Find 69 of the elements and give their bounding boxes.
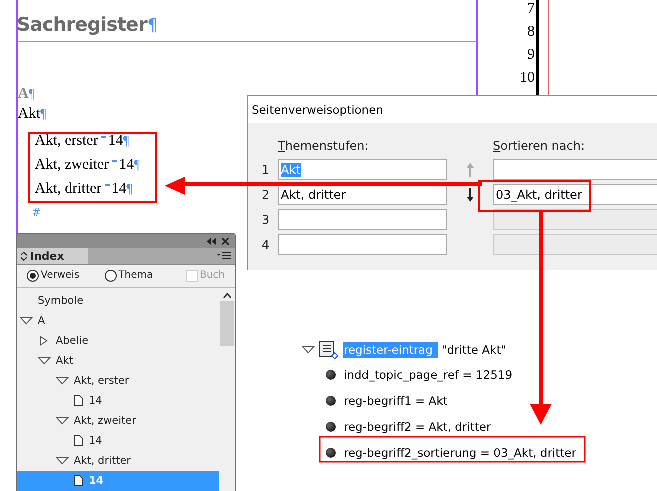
level-number: 2 (262, 188, 271, 202)
topic-field[interactable]: Akt, dritter (278, 184, 447, 205)
expanded-triangle-icon[interactable] (56, 376, 69, 386)
expanded-triangle-icon[interactable] (56, 416, 69, 426)
dialog-title: Seitenverweisoptionen (248, 96, 657, 123)
close-icon[interactable] (222, 238, 229, 245)
radio-option[interactable]: Thema (104, 270, 154, 282)
sort-field[interactable]: 03_Akt, dritter (493, 184, 657, 205)
index-entry-text: Akt, zweiter (35, 156, 110, 174)
tab-marker-icon (101, 136, 106, 138)
page-icon (74, 434, 84, 447)
radio-button[interactable] (104, 270, 117, 282)
radio-button[interactable] (27, 270, 39, 282)
index-entry[interactable]: Abelie (53, 334, 89, 347)
xml-element-value: "dritte Akt" (442, 342, 506, 356)
level-number: 1 (262, 162, 271, 176)
radio-label: Thema (118, 270, 154, 282)
expanded-triangle-icon[interactable] (38, 356, 51, 366)
index-entry[interactable]: Symbole (35, 294, 84, 307)
expanded-triangle-icon[interactable] (56, 456, 69, 466)
attribute-bullet-icon (326, 422, 336, 432)
collapse-panel-icon[interactable] (207, 238, 216, 245)
up-down-arrows-icon (21, 252, 27, 261)
expanded-triangle-icon[interactable] (20, 316, 33, 326)
index-entry-text: Akt, erster (35, 132, 98, 150)
field-label: Themenstufen: (278, 139, 370, 155)
level-number: 3 (262, 212, 271, 226)
tab-marker-icon (112, 160, 118, 162)
field-label: Sortieren nach: (493, 139, 586, 155)
radio-option[interactable]: Verweis (27, 270, 80, 282)
page-number: 14¶ (108, 132, 130, 151)
index-heading: Sachregister¶ (17, 14, 477, 42)
index-entry-text: Akt, dritter (35, 180, 102, 198)
index-entry[interactable]: A (35, 314, 46, 327)
down-arrow-icon[interactable] (466, 186, 474, 202)
expanded-triangle-icon[interactable] (302, 344, 315, 354)
topic-field[interactable] (278, 209, 447, 230)
tab-marker-icon (104, 184, 110, 186)
xml-element-icon (319, 340, 339, 358)
page-icon (74, 394, 84, 407)
xml-attribute[interactable]: reg-begriff2_sortierung = 03_Akt, dritter (344, 446, 576, 460)
page-number: 14¶ (119, 156, 140, 175)
line-number: 9 (528, 46, 535, 65)
level-number: 4 (262, 238, 271, 252)
page-icon (74, 474, 84, 487)
xml-attribute[interactable]: reg-begriff2 = Akt, dritter (344, 420, 492, 434)
index-entry[interactable]: Akt (53, 354, 74, 367)
index-entry[interactable]: 14 (86, 434, 102, 447)
panel-menu-icon[interactable] (217, 252, 231, 261)
line-number: 8 (528, 23, 535, 42)
xml-attribute[interactable]: reg-begriff1 = Akt (344, 394, 448, 408)
panel-tab[interactable]: Index (17, 248, 88, 264)
index-entry[interactable]: Akt, dritter (71, 454, 131, 467)
topic-field[interactable] (278, 234, 447, 255)
line-number: 10 (520, 69, 535, 88)
attribute-bullet-icon (326, 370, 336, 380)
index-entry[interactable]: 14 (86, 394, 102, 407)
index-entry[interactable]: Akt, erster (71, 374, 130, 387)
radio-label: Verweis (41, 270, 80, 282)
sort-field[interactable] (493, 159, 657, 180)
page-number: 14¶ (112, 180, 133, 199)
line-number: 7 (528, 0, 535, 19)
xml-attribute[interactable]: indd_topic_page_ref = 12519 (344, 368, 513, 382)
attribute-bullet-icon (326, 448, 336, 458)
index-topic: Akt¶ (17, 105, 47, 124)
attribute-bullet-icon (326, 396, 336, 406)
section-letter: A¶ (17, 85, 35, 104)
index-entry[interactable]: Akt, zweiter (71, 414, 136, 427)
end-of-story-mark: # (32, 206, 42, 219)
